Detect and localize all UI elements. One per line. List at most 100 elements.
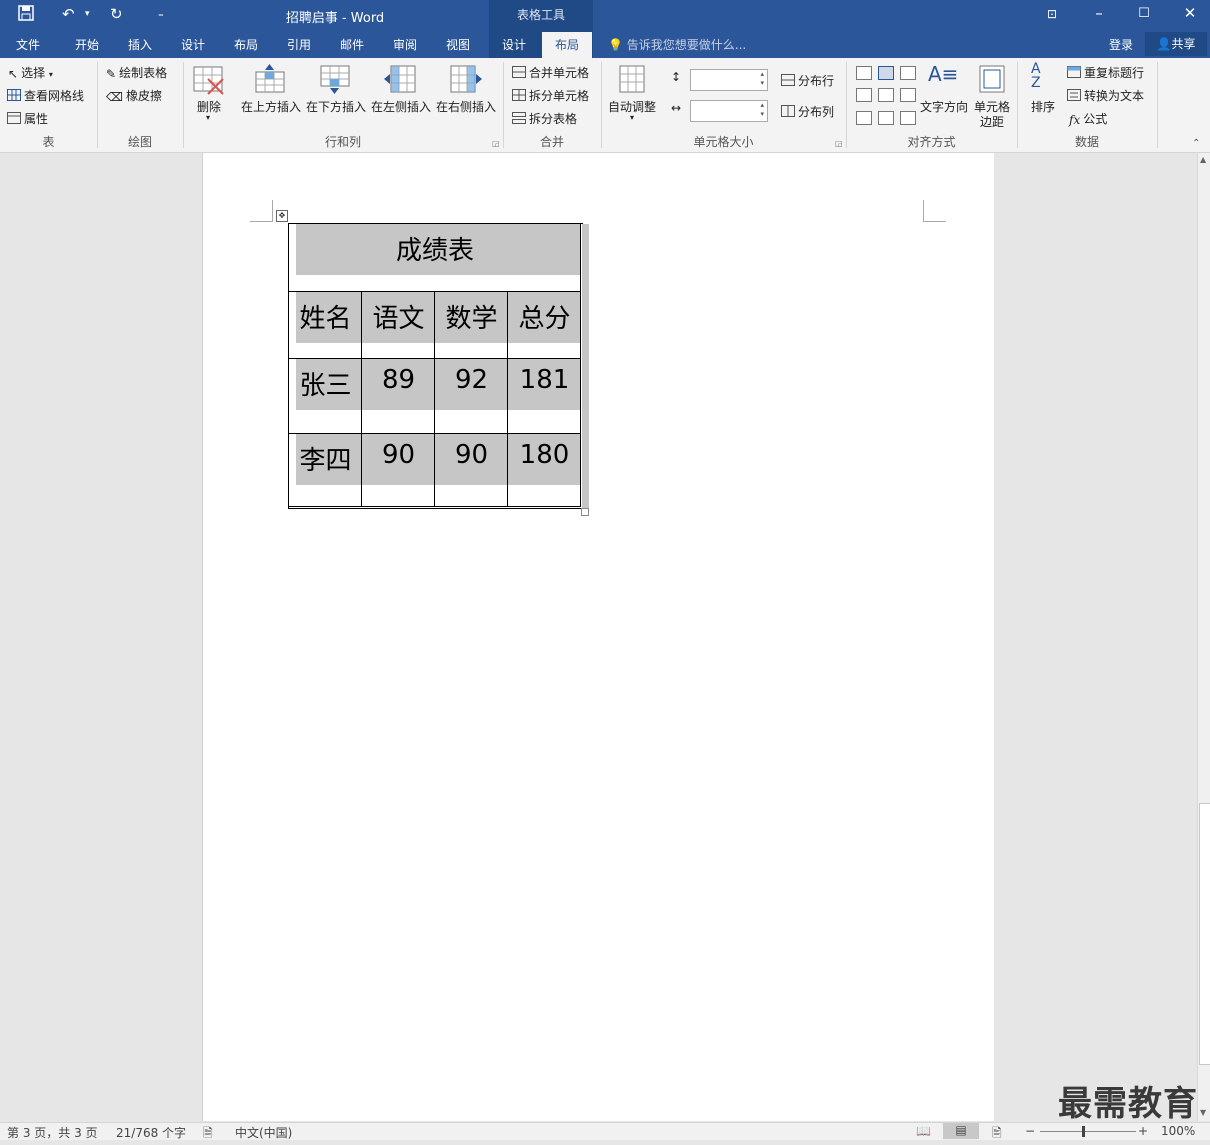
score-table[interactable]: 成绩表 姓名 语文 数学 总分 张三 89 92 181 李四 90 90 18… [288, 223, 583, 509]
language[interactable]: 中文(中国) [235, 1124, 292, 1141]
cell-margins-button-line2[interactable]: 边距 [980, 113, 1004, 130]
table-cell[interactable]: 张三 [289, 359, 362, 434]
watermark-text: 最需教育 [1058, 1084, 1198, 1124]
align-bottom-center-icon[interactable] [878, 111, 894, 125]
tab-design[interactable]: 设计 [181, 36, 205, 53]
proofing-icon[interactable]: 🗎 [203, 1124, 213, 1145]
zoom-slider-thumb[interactable] [1082, 1126, 1085, 1137]
sort-button[interactable]: 排序 [1031, 98, 1055, 115]
repeat-header-button[interactable]: 重复标题行 [1067, 64, 1144, 81]
convert-to-text-button[interactable]: 转换为文本 [1067, 87, 1144, 104]
cell-size-launcher-icon[interactable]: ◲ [835, 139, 843, 148]
row-height-input[interactable]: ▴ ▾ [690, 69, 768, 91]
draw-table-button[interactable]: ✎ 绘制表格 [106, 64, 167, 81]
table-header-cell[interactable]: 语文 [362, 292, 435, 359]
table-cell[interactable]: 89 [362, 359, 435, 434]
tell-me-box[interactable]: 💡 告诉我您想要做什么... [608, 36, 746, 53]
maximize-button[interactable]: ☐ [1129, 6, 1159, 21]
tab-page-layout[interactable]: 布局 [234, 36, 258, 53]
tab-mailings[interactable]: 邮件 [340, 36, 364, 53]
table-cell[interactable]: 90 [435, 434, 508, 507]
margin-mark [924, 221, 946, 222]
zoom-level[interactable]: 100% [1161, 1124, 1195, 1138]
table-header-cell[interactable]: 数学 [435, 292, 508, 359]
table-move-handle-icon[interactable]: ✥ [276, 210, 288, 222]
table-cell[interactable]: 180 [508, 434, 581, 507]
share-button[interactable]: 👤共享 [1145, 32, 1207, 56]
table-header-cell[interactable]: 总分 [508, 292, 581, 359]
formula-button[interactable]: fx 公式 [1069, 110, 1107, 127]
page-count[interactable]: 第 3 页，共 3 页 [7, 1124, 98, 1141]
close-button[interactable]: ✕ [1175, 4, 1205, 22]
tab-table-design[interactable]: 设计 [502, 36, 526, 53]
scrollbar-thumb[interactable] [1199, 803, 1210, 1065]
align-top-left-icon[interactable] [856, 66, 872, 80]
row-2-math: 90 [454, 440, 489, 470]
delete-table-icon[interactable] [193, 64, 225, 99]
scroll-down-icon[interactable]: ▼ [1200, 1108, 1206, 1117]
distribute-cols-button[interactable]: 分布列 [781, 103, 834, 120]
zoom-slider[interactable] [1040, 1131, 1136, 1132]
column-width-input[interactable]: ▴ ▾ [690, 100, 768, 122]
text-direction-button[interactable]: 文字方向 [920, 98, 968, 115]
distribute-rows-button[interactable]: 分布行 [781, 72, 834, 89]
read-mode-icon[interactable]: 📖 [916, 1124, 931, 1138]
align-top-right-icon[interactable] [900, 66, 916, 80]
table-cell[interactable]: 90 [362, 434, 435, 507]
group-label-cell-size: 单元格大小 [693, 135, 754, 149]
tab-table-layout[interactable]: 布局 [542, 32, 592, 58]
align-top-center-icon[interactable] [878, 66, 894, 80]
word-count[interactable]: 21/768 个字 [116, 1124, 186, 1141]
repeat-header-icon [1067, 66, 1081, 81]
vertical-scrollbar[interactable]: ▲ ▼ [1197, 153, 1210, 1121]
insert-left-button[interactable]: 在左侧插入 [371, 98, 431, 115]
tab-home[interactable]: 开始 [75, 36, 99, 53]
table-cell[interactable]: 92 [435, 359, 508, 434]
zoom-in-icon[interactable]: + [1138, 1124, 1148, 1138]
align-middle-center-icon[interactable] [878, 88, 894, 102]
align-bottom-right-icon[interactable] [900, 111, 916, 125]
group-label-data: 数据 [1074, 135, 1099, 149]
table-title-cell[interactable]: 成绩表 [289, 224, 581, 292]
view-gridlines-button[interactable]: 查看网格线 [7, 87, 84, 104]
print-layout-icon[interactable]: ▤ [943, 1123, 979, 1139]
zoom-out-icon[interactable]: − [1025, 1124, 1035, 1138]
scroll-up-icon[interactable]: ▲ [1200, 155, 1206, 164]
properties-button[interactable]: 属性 [7, 110, 48, 127]
eraser-button[interactable]: ⌫ 橡皮擦 [106, 87, 162, 104]
align-middle-left-icon[interactable] [856, 88, 872, 102]
insert-above-button[interactable]: 在上方插入 [241, 98, 301, 115]
table-cell[interactable]: 李四 [289, 434, 362, 507]
minimize-button[interactable]: – [1084, 4, 1114, 22]
align-middle-right-icon[interactable] [900, 88, 916, 102]
person-icon: 👤 [1156, 37, 1172, 51]
rows-cols-launcher-icon[interactable]: ◲ [492, 139, 500, 148]
tab-view[interactable]: 视图 [446, 36, 470, 53]
align-bottom-left-icon[interactable] [856, 111, 872, 125]
tab-review[interactable]: 审阅 [393, 36, 417, 53]
split-cells-button[interactable]: 拆分单元格 [512, 87, 589, 104]
delete-dropdown-icon[interactable]: ▾ [206, 113, 210, 122]
table-resize-handle[interactable] [581, 508, 589, 516]
merge-cells-button[interactable]: 合并单元格 [512, 64, 589, 81]
autofit-dropdown-icon[interactable]: ▾ [630, 113, 634, 122]
tab-insert[interactable]: 插入 [128, 36, 152, 53]
table-cell[interactable]: 181 [508, 359, 581, 434]
insert-below-button[interactable]: 在下方插入 [306, 98, 366, 115]
collapse-ribbon-icon[interactable]: ⌃ [1192, 138, 1200, 149]
ribbon-tabs: 文件 开始 插入 设计 布局 引用 邮件 审阅 视图 设计 布局 💡 告诉我您想… [0, 30, 1210, 58]
login-link[interactable]: 登录 [1109, 36, 1133, 53]
dropdown-arrow-icon: ▾ [48, 70, 53, 79]
group-label-rows-cols: 行和列 [324, 135, 361, 149]
pencil-icon: ✎ [106, 66, 117, 81]
insert-right-button[interactable]: 在右侧插入 [436, 98, 496, 115]
view-gridlines-label: 查看网格线 [24, 89, 85, 103]
split-table-button[interactable]: 拆分表格 [512, 110, 577, 127]
web-layout-icon[interactable]: 🖹 [992, 1124, 1002, 1145]
tab-references[interactable]: 引用 [287, 36, 311, 53]
ribbon-display-icon[interactable]: ⊡ [1037, 7, 1067, 21]
autofit-icon [619, 64, 645, 97]
tab-file[interactable]: 文件 [16, 36, 40, 53]
select-button[interactable]: ↖ 选择 ▾ [8, 64, 53, 81]
table-header-cell[interactable]: 姓名 [289, 292, 362, 359]
